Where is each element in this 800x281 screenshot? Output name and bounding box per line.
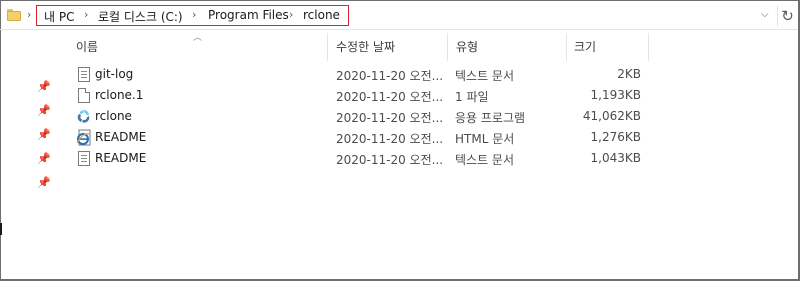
blank-file-icon [76, 87, 92, 104]
pin-icon[interactable]: 📌 [37, 177, 51, 189]
file-name: README [95, 151, 147, 165]
file-name: README [95, 130, 147, 144]
breadcrumb-separator[interactable]: › [84, 8, 88, 21]
file-row[interactable]: rclone.1 2020-11-20 오전... 1 파일 1,193KB [70, 85, 650, 106]
breadcrumb-program-files[interactable]: Program Files [208, 8, 289, 22]
chevron-right-icon[interactable]: › [27, 8, 31, 21]
text-document-icon [76, 150, 92, 167]
folder-icon [7, 9, 21, 21]
file-name: rclone.1 [95, 88, 144, 102]
file-date: 2020-11-20 오전... [336, 153, 444, 167]
breadcrumb-separator[interactable]: › [192, 8, 196, 21]
text-document-icon [76, 66, 92, 83]
column-divider[interactable] [648, 33, 649, 61]
refresh-icon[interactable]: ↻ [777, 5, 797, 27]
column-header-type[interactable]: 유형 [456, 38, 478, 56]
file-row[interactable]: README 2020-11-20 오전... 텍스트 문서 1,043KB [70, 148, 650, 169]
file-size: 1,193KB [590, 88, 641, 102]
rclone-app-icon [76, 108, 92, 125]
file-date: 2020-11-20 오전... [336, 90, 444, 104]
column-header-date[interactable]: 수정한 날짜 [336, 38, 395, 56]
file-date: 2020-11-20 오전... [336, 111, 444, 125]
column-divider[interactable] [327, 33, 328, 61]
file-type: 텍스트 문서 [455, 69, 515, 83]
file-size: 1,043KB [590, 151, 641, 165]
breadcrumb-local-disk[interactable]: 로컬 디스크 (C:) [98, 8, 183, 25]
file-type: 1 파일 [455, 90, 489, 104]
file-size: 41,062KB [582, 109, 641, 123]
file-date: 2020-11-20 오전... [336, 132, 444, 146]
pin-icon[interactable]: 📌 [37, 153, 51, 165]
breadcrumb-rclone[interactable]: rclone [303, 8, 340, 22]
file-name: git-log [95, 67, 134, 81]
column-header-size[interactable]: 크기 [574, 38, 596, 56]
pin-icon[interactable]: 📌 [37, 129, 51, 141]
file-date: 2020-11-20 오전... [336, 69, 444, 83]
breadcrumb-this-pc[interactable]: 내 PC [44, 8, 74, 25]
column-header-name[interactable]: 이름 [76, 38, 98, 56]
file-row[interactable]: README 2020-11-20 오전... HTML 문서 1,276KB [70, 127, 650, 148]
address-bar[interactable]: › 내 PC › 로컬 디스크 (C:) › Program Files › r… [0, 0, 798, 30]
file-size: 2KB [617, 67, 641, 81]
breadcrumb-separator[interactable]: › [289, 8, 293, 21]
file-type: 응용 프로그램 [455, 111, 526, 125]
pin-icon[interactable]: 📌 [37, 81, 51, 93]
file-type: 텍스트 문서 [455, 153, 515, 167]
file-type: HTML 문서 [455, 132, 515, 146]
column-divider[interactable] [566, 33, 567, 61]
file-name: rclone [95, 109, 132, 123]
pin-icon[interactable]: 📌 [37, 105, 51, 117]
file-row[interactable]: git-log 2020-11-20 오전... 텍스트 문서 2KB [70, 64, 650, 85]
file-row[interactable]: rclone 2020-11-20 오전... 응용 프로그램 41,062KB [70, 106, 650, 127]
file-size: 1,276KB [590, 130, 641, 144]
column-divider[interactable] [447, 33, 448, 61]
window-edge-marker [0, 223, 2, 235]
html-document-icon [76, 129, 92, 146]
chevron-down-icon[interactable]: ⌵ [761, 9, 769, 20]
sort-ascending-icon: ︿ [193, 33, 203, 43]
